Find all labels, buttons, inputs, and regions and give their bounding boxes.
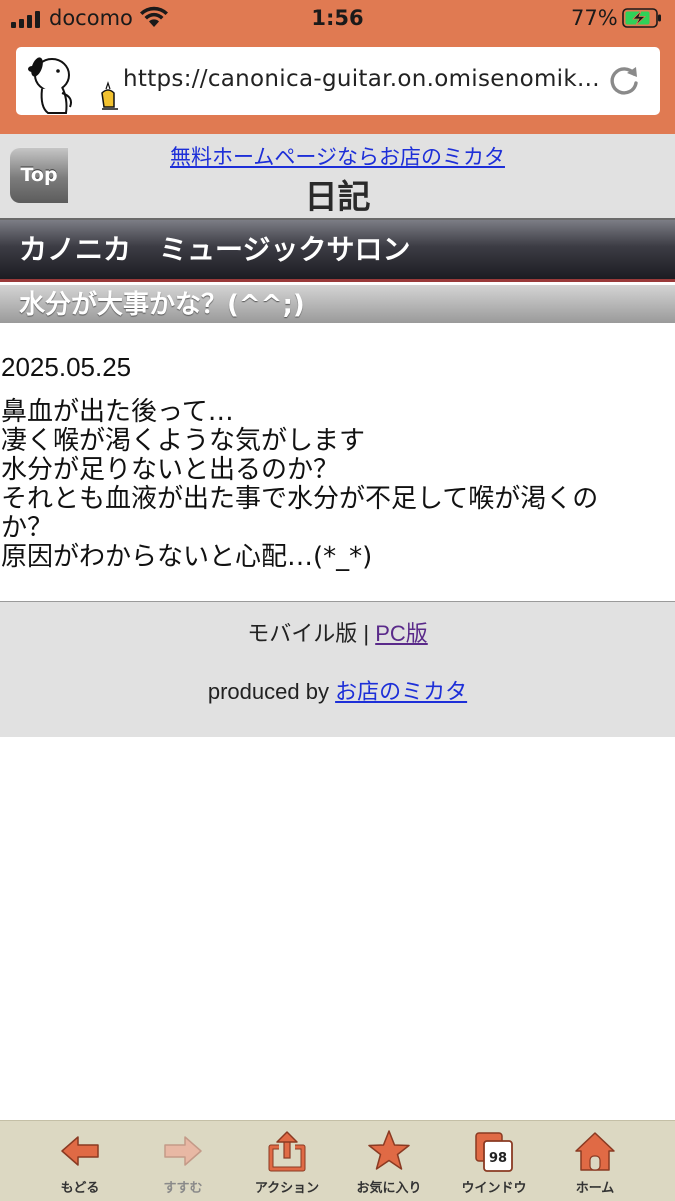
forward-label: すすむ	[163, 1181, 203, 1196]
entry-title: 水分が大事かな？(^^;)	[0, 285, 675, 323]
browser-toolbar: もどる すすむ アクション お気に入り 98 ウインドウ ホーム	[0, 1120, 675, 1201]
separator: |	[363, 621, 370, 646]
version-switch: モバイル版 | PC版	[0, 616, 675, 648]
page-footer: モバイル版 | PC版 produced by お店のミカタ	[0, 601, 675, 737]
site-name-bar: カノニカ ミュージックサロン	[0, 220, 675, 282]
action-label: アクション	[254, 1181, 320, 1196]
back-label: もどる	[60, 1181, 100, 1196]
produced-by: produced by お店のミカタ	[0, 674, 675, 706]
status-bar: docomo 1:56 77%	[0, 0, 675, 38]
entry-date: 2025.05.25	[1, 352, 132, 382]
entry-line: 鼻血が出た後って…	[1, 397, 234, 427]
url-text[interactable]: https://canonica-guitar.on.omisenomik...	[123, 66, 603, 92]
windows-icon: 98	[475, 1132, 513, 1172]
pc-version-link[interactable]: PC版	[375, 621, 428, 646]
forward-button[interactable]: すすむ	[133, 1121, 233, 1201]
entry-line: 凄く喉が渇くような気がします	[1, 426, 366, 456]
windows-label: ウインドウ	[461, 1181, 527, 1196]
produced-by-label: produced by	[207, 679, 329, 704]
snoopy-logo-icon	[28, 57, 118, 114]
browser-header: docomo 1:56 77% https://canonica-guitar.…	[0, 0, 675, 134]
windows-count: 98	[489, 1151, 507, 1166]
url-bar[interactable]: https://canonica-guitar.on.omisenomik...	[16, 47, 660, 115]
ad-link[interactable]: 無料ホームページならお店のミカタ	[0, 141, 675, 171]
page-header: Top 無料ホームページならお店のミカタ 日記	[0, 134, 675, 220]
share-icon	[268, 1131, 306, 1172]
battery-percent: 77%	[571, 6, 618, 30]
page-title: 日記	[304, 177, 371, 216]
entry-line: 水分が足りないと出るのか？	[1, 455, 340, 485]
forward-arrow-icon	[164, 1136, 202, 1166]
back-arrow-icon	[61, 1136, 99, 1166]
entry-body: 鼻血が出た後って… 凄く喉が渇くような気がします 水分が足りないと出るのか？ そ…	[1, 398, 671, 572]
home-button[interactable]: ホーム	[545, 1121, 645, 1201]
favorites-label: お気に入り	[356, 1181, 422, 1196]
action-button[interactable]: アクション	[237, 1121, 337, 1201]
home-icon	[575, 1132, 615, 1171]
entry-line: 原因がわからないと心配…(*_*)	[1, 542, 373, 572]
back-button[interactable]: もどる	[30, 1121, 130, 1201]
entry-line: それとも血液が出た事で水分が不足して喉が渇くの	[1, 484, 599, 514]
battery-charging-icon	[622, 8, 661, 28]
windows-button[interactable]: 98 ウインドウ	[444, 1121, 544, 1201]
star-icon	[368, 1130, 410, 1170]
mobile-version-label: モバイル版	[247, 621, 358, 646]
favorites-button[interactable]: お気に入り	[339, 1121, 439, 1201]
mikata-link[interactable]: お店のミカタ	[335, 679, 467, 704]
reload-icon[interactable]	[606, 63, 642, 99]
entry-line: か？	[1, 513, 54, 543]
home-label: ホーム	[575, 1181, 615, 1196]
